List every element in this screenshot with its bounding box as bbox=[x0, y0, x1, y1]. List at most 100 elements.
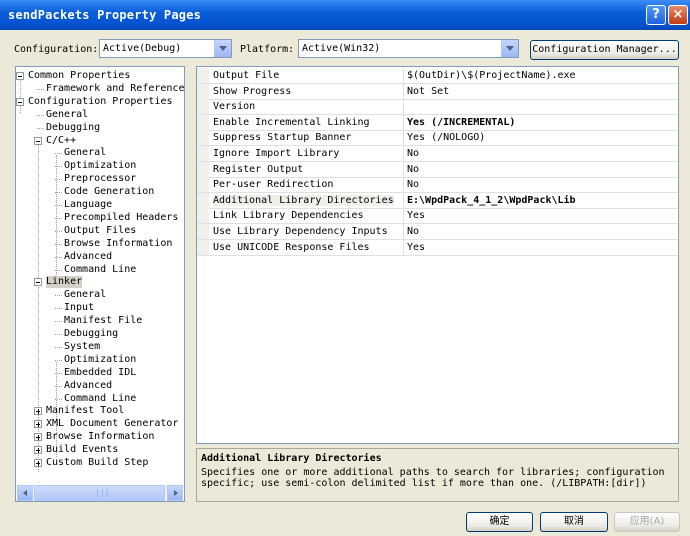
property-value[interactable]: No bbox=[407, 179, 419, 190]
property-row[interactable]: Enable Incremental Linking Yes (/INCREMEN… bbox=[197, 114, 678, 131]
column-separator bbox=[403, 177, 404, 193]
tree-item[interactable]: Code Generation bbox=[64, 186, 154, 198]
ok-button[interactable]: 确定 bbox=[466, 512, 533, 532]
row-gutter bbox=[197, 239, 209, 255]
tree-item[interactable]: Input bbox=[64, 302, 94, 314]
tree-connector bbox=[55, 359, 62, 361]
tree-item[interactable]: General bbox=[64, 147, 106, 159]
property-row[interactable]: Register Output No bbox=[197, 161, 678, 178]
tree-item[interactable]: Browse Information bbox=[64, 238, 172, 250]
tree-item[interactable]: Debugging bbox=[64, 328, 118, 340]
tree-item[interactable]: XML Document Generator bbox=[46, 418, 178, 430]
row-gutter bbox=[197, 130, 209, 146]
tree-item[interactable]: Embedded IDL bbox=[64, 367, 136, 379]
tree-item[interactable]: Build Events bbox=[46, 444, 118, 456]
collapse-icon[interactable] bbox=[34, 136, 42, 145]
configuration-select[interactable]: Active(Debug) bbox=[99, 39, 232, 58]
property-row[interactable]: Per-user Redirection No bbox=[197, 177, 678, 194]
close-button[interactable]: × bbox=[668, 5, 688, 25]
property-name: Suppress Startup Banner bbox=[213, 132, 352, 144]
property-value[interactable]: E:\WpdPack_4_1_2\WpdPack\Lib bbox=[407, 195, 576, 206]
column-separator bbox=[403, 161, 404, 177]
property-value[interactable]: Yes (/NOLOGO) bbox=[407, 132, 485, 143]
property-name: Output File bbox=[213, 70, 280, 81]
tree-item[interactable]: Command Line bbox=[64, 393, 136, 405]
row-gutter bbox=[197, 114, 209, 130]
property-row[interactable]: Ignore Import Library No bbox=[197, 146, 678, 162]
tree-item[interactable]: Language bbox=[64, 199, 112, 211]
row-gutter bbox=[197, 161, 209, 177]
collapse-icon[interactable] bbox=[34, 278, 42, 287]
tree-item[interactable]: Configuration Properties bbox=[28, 96, 173, 108]
column-separator bbox=[403, 208, 404, 224]
property-value[interactable]: Yes bbox=[407, 242, 425, 253]
property-value[interactable]: No bbox=[407, 226, 419, 237]
tree-item[interactable]: C/C++ bbox=[46, 135, 76, 147]
tree-item[interactable]: Output Files bbox=[64, 225, 136, 237]
property-name: Enable Incremental Linking bbox=[213, 116, 370, 128]
expand-icon[interactable] bbox=[34, 459, 42, 467]
tree-item[interactable]: Browse Information bbox=[46, 431, 154, 443]
property-row[interactable]: Suppress Startup Banner Yes (/NOLOGO) bbox=[197, 130, 678, 147]
property-value[interactable]: Yes bbox=[407, 210, 425, 221]
property-name: Use UNICODE Response Files bbox=[213, 241, 370, 253]
property-row[interactable]: Use Library Dependency Inputs No bbox=[197, 224, 678, 240]
chevron-down-icon[interactable] bbox=[501, 40, 518, 57]
column-separator bbox=[403, 68, 404, 83]
scroll-right-icon[interactable] bbox=[167, 485, 183, 501]
tree-item[interactable]: System bbox=[64, 341, 100, 353]
scroll-thumb[interactable]: ||| bbox=[34, 485, 165, 501]
tree-item[interactable]: Framework and References bbox=[46, 83, 184, 95]
expand-icon[interactable] bbox=[34, 420, 42, 429]
column-separator bbox=[403, 224, 404, 239]
property-row[interactable]: Link Library Dependencies Yes bbox=[197, 208, 678, 225]
collapse-icon[interactable] bbox=[16, 97, 24, 106]
tree-item[interactable]: Manifest File bbox=[64, 315, 142, 327]
collapse-icon[interactable] bbox=[16, 72, 24, 80]
tree-item[interactable]: General bbox=[64, 289, 106, 301]
tree-connector bbox=[55, 308, 62, 310]
tree-item[interactable]: Common Properties bbox=[28, 70, 130, 82]
platform-value: Active(Win32) bbox=[302, 43, 381, 54]
property-value[interactable]: Yes (/INCREMENTAL) bbox=[407, 117, 515, 128]
property-tree[interactable]: Common Properties Framework and Reference… bbox=[15, 66, 185, 502]
expand-icon[interactable] bbox=[34, 446, 42, 455]
row-gutter bbox=[197, 68, 209, 83]
cancel-button[interactable]: 取消 bbox=[540, 512, 608, 532]
tree-item[interactable]: Manifest Tool bbox=[46, 405, 124, 417]
expand-icon[interactable] bbox=[34, 407, 42, 416]
tree-item[interactable]: Preprocessor bbox=[64, 173, 136, 185]
property-row[interactable]: Additional Library Directories E:\WpdPack… bbox=[197, 192, 678, 209]
property-row[interactable]: Show Progress Not Set bbox=[197, 83, 678, 100]
chevron-down-icon[interactable] bbox=[214, 40, 231, 57]
platform-select[interactable]: Active(Win32) bbox=[298, 39, 519, 58]
property-value[interactable]: $(OutDir)\$(ProjectName).exe bbox=[407, 70, 576, 81]
tree-item[interactable]: Advanced bbox=[64, 251, 112, 263]
description-panel: Additional Library Directories Specifies… bbox=[196, 448, 679, 502]
scroll-left-icon[interactable] bbox=[17, 485, 33, 501]
tree-item[interactable]: Optimization bbox=[64, 160, 136, 172]
tree-item[interactable]: Debugging bbox=[46, 122, 100, 134]
tree-item[interactable]: General bbox=[46, 109, 88, 121]
tree-item[interactable]: Advanced bbox=[64, 380, 112, 392]
tree-item[interactable]: Linker bbox=[46, 276, 83, 289]
property-value[interactable]: No bbox=[407, 148, 419, 159]
property-grid[interactable]: Output File $(OutDir)\$(ProjectName).exe S… bbox=[196, 66, 679, 444]
help-button[interactable]: ? bbox=[646, 5, 666, 25]
property-row[interactable]: Use UNICODE Response Files Yes bbox=[197, 239, 678, 256]
tree-item[interactable]: Precompiled Headers bbox=[64, 212, 178, 224]
expand-icon[interactable] bbox=[34, 433, 42, 442]
property-row[interactable]: Output File $(OutDir)\$(ProjectName).exe bbox=[197, 68, 678, 84]
tree-horizontal-scrollbar[interactable]: ||| bbox=[17, 485, 183, 501]
property-row[interactable]: Version bbox=[197, 99, 678, 116]
configuration-manager-button[interactable]: Configuration Manager... bbox=[530, 40, 679, 60]
property-value[interactable]: Not Set bbox=[407, 86, 449, 97]
configuration-label: Configuration: bbox=[14, 44, 99, 55]
tree-item[interactable]: Command Line bbox=[64, 264, 136, 276]
configuration-value: Active(Debug) bbox=[103, 43, 182, 54]
property-value[interactable]: No bbox=[407, 164, 419, 175]
tree-item[interactable]: Optimization bbox=[64, 354, 136, 366]
tree-item[interactable]: Custom Build Step bbox=[46, 457, 148, 469]
apply-button[interactable]: 应用(A) bbox=[614, 512, 680, 532]
row-gutter bbox=[197, 192, 209, 208]
